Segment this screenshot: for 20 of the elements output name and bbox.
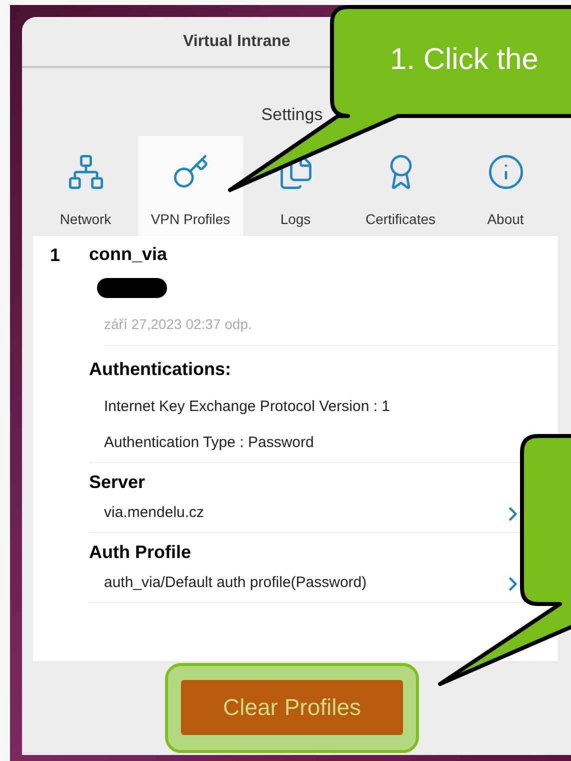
detail-text: Authentication Type : Password: [104, 433, 314, 454]
settings-tab[interactable]: Certificates: [348, 136, 453, 236]
settings-tab[interactable]: Network: [33, 136, 138, 236]
detail-text: Internet Key Exchange Protocol Version : 1: [104, 396, 390, 417]
section-heading: Auth Profile: [89, 540, 192, 564]
callout-text: 1. Click the: [390, 42, 538, 78]
info-icon: [486, 152, 524, 190]
profile-date: září 27,2023 02:37 odp.: [104, 314, 558, 346]
window-title: Virtual Intrane: [183, 32, 290, 52]
settings-tab[interactable]: VPN Profiles: [138, 136, 243, 236]
section-heading: Server: [89, 470, 146, 494]
profile-name: conn_via: [89, 242, 168, 266]
detail-text: auth_via/Default auth profile(Password): [104, 573, 367, 594]
detail-text: via.mendelu.cz: [104, 503, 204, 524]
key-icon: [172, 152, 210, 190]
network-icon: [66, 152, 104, 190]
profile-index: 1: [49, 244, 62, 266]
section-heading: Authentications:: [89, 358, 232, 380]
settings-tab[interactable]: About: [453, 136, 558, 236]
settings-heading: Settings: [261, 104, 323, 126]
